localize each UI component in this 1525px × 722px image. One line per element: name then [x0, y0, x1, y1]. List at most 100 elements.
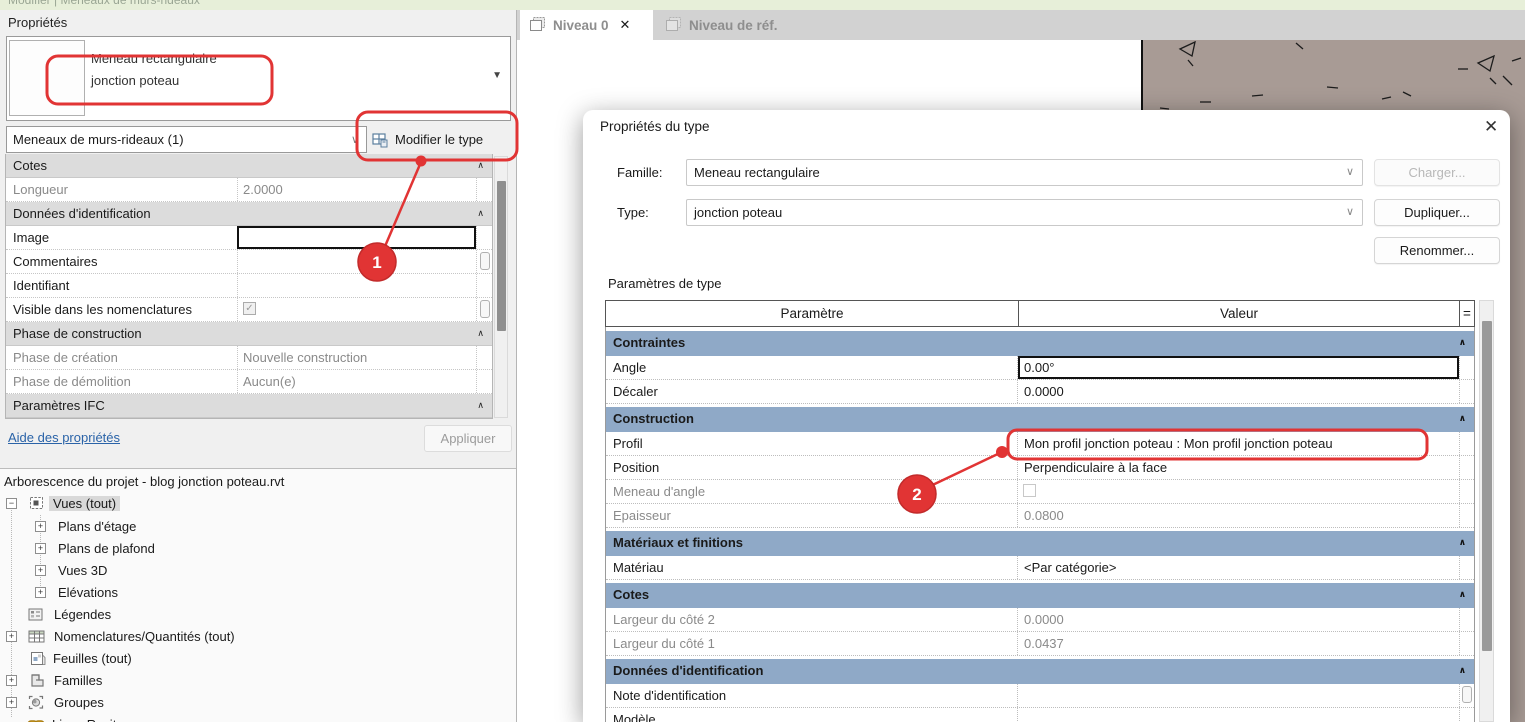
sidebar-item-nomenclatures[interactable]: + Nomenclatures/Quantités (tout): [0, 626, 516, 648]
properties-scrollbar-thumb[interactable]: [497, 181, 506, 331]
properties-help-link[interactable]: Aide des propriétés: [8, 430, 120, 445]
section-header[interactable]: Construction ∧: [606, 407, 1474, 432]
tab-niveau-de-ref[interactable]: Niveau de réf.: [656, 10, 826, 40]
tree-item-label[interactable]: Plans de plafond: [58, 541, 155, 556]
property-value[interactable]: [237, 250, 476, 273]
sidebar-item-legendes[interactable]: Légendes: [0, 604, 516, 626]
param-label: Epaisseur: [606, 504, 1018, 527]
param-label: Meneau d'angle: [606, 480, 1018, 503]
param-value[interactable]: Perpendiculaire à la face: [1018, 456, 1459, 479]
column-header-valeur[interactable]: Valeur: [1018, 301, 1459, 326]
sidebar-item-plans-etage[interactable]: + Plans d'étage: [0, 516, 516, 538]
type-selector-dropdown-icon[interactable]: ▼: [492, 70, 502, 81]
type-combo[interactable]: jonction poteau ∨: [686, 199, 1363, 226]
eq-cell: [1459, 684, 1474, 707]
collapse-icon[interactable]: ∧: [1459, 411, 1466, 432]
expand-icon[interactable]: +: [6, 697, 17, 708]
collapse-icon[interactable]: ∧: [477, 206, 484, 225]
duplicate-button[interactable]: Dupliquer...: [1374, 199, 1500, 226]
rename-button[interactable]: Renommer...: [1374, 237, 1500, 264]
tree-item-label[interactable]: Légendes: [54, 607, 111, 622]
expand-icon[interactable]: +: [6, 631, 17, 642]
tree-item-label[interactable]: Vues 3D: [58, 563, 107, 578]
collapse-icon[interactable]: ∧: [1459, 535, 1466, 556]
sidebar-item-groupes[interactable]: + Groupes: [0, 692, 516, 714]
param-value[interactable]: 0.0000: [1018, 608, 1459, 631]
property-value[interactable]: [237, 274, 476, 297]
column-header-eq[interactable]: =: [1459, 301, 1474, 326]
param-value[interactable]: 0.0800: [1018, 504, 1459, 527]
property-value[interactable]: 2.0000: [237, 178, 476, 201]
tree-item-label[interactable]: Familles: [54, 673, 102, 688]
sidebar-item-elevations[interactable]: + Elévations: [0, 582, 516, 604]
section-header[interactable]: Paramètres IFC ∧: [6, 394, 492, 418]
row-more-button[interactable]: [480, 300, 490, 318]
sidebar-item-plans-plafond[interactable]: + Plans de plafond: [0, 538, 516, 560]
sidebar-item-vues[interactable]: − Vues (tout): [0, 493, 516, 515]
row-more-button[interactable]: [1462, 686, 1472, 703]
param-value[interactable]: [1018, 708, 1459, 722]
angle-value-field[interactable]: 0.00°: [1018, 356, 1459, 379]
tab-niveau-0[interactable]: Niveau 0 ✕: [520, 10, 653, 40]
expand-icon[interactable]: +: [6, 675, 17, 686]
sidebar-item-familles[interactable]: + Familles: [0, 670, 516, 692]
param-value[interactable]: [1018, 684, 1459, 707]
sidebar-item-feuilles[interactable]: Feuilles (tout): [0, 648, 516, 670]
sidebar-item-vues-3d[interactable]: + Vues 3D: [0, 560, 516, 582]
expand-icon[interactable]: +: [35, 543, 46, 554]
row-more-button[interactable]: [480, 252, 490, 270]
section-header[interactable]: Données d'identification ∧: [606, 659, 1474, 684]
column-header-parametre[interactable]: Paramètre: [606, 301, 1018, 326]
apply-button[interactable]: Appliquer: [424, 425, 512, 452]
collapse-icon[interactable]: ∧: [477, 326, 484, 345]
tab-label[interactable]: Niveau de réf.: [689, 18, 778, 33]
section-header[interactable]: Cotes ∧: [606, 583, 1474, 608]
element-filter-combo[interactable]: Meneaux de murs-rideaux (1) ∨: [6, 126, 367, 153]
collapse-icon[interactable]: ∧: [1459, 587, 1466, 608]
property-value[interactable]: Nouvelle construction: [237, 346, 476, 369]
properties-scrollbar[interactable]: [494, 156, 508, 418]
tree-item-label[interactable]: Feuilles (tout): [53, 651, 132, 666]
visible-nomenclatures-checkbox[interactable]: ✓: [243, 302, 256, 315]
row-button-col: [476, 226, 492, 249]
tree-item-label[interactable]: Plans d'étage: [58, 519, 136, 534]
profil-value[interactable]: Mon profil jonction poteau : Mon profil …: [1018, 432, 1459, 455]
edit-type-button[interactable]: Modifier le type: [372, 124, 513, 155]
image-value-field[interactable]: [237, 226, 476, 249]
collapse-expander[interactable]: −: [6, 498, 17, 509]
sidebar-item-liens-revit[interactable]: Liens Revit: [0, 714, 516, 722]
tree-item-label[interactable]: Groupes: [54, 695, 104, 710]
tab-label[interactable]: Niveau 0: [553, 18, 609, 33]
collapse-icon[interactable]: ∧: [1459, 663, 1466, 684]
collapse-icon[interactable]: ∧: [1459, 335, 1466, 356]
table-scrollbar-thumb[interactable]: [1482, 321, 1492, 651]
type-selector[interactable]: Meneau rectangulaire jonction poteau ▼: [6, 36, 511, 121]
param-value[interactable]: 0.0000: [1018, 380, 1459, 403]
property-value[interactable]: Aucun(e): [237, 370, 476, 393]
expand-icon[interactable]: +: [35, 521, 46, 532]
meneau-angle-checkbox[interactable]: [1023, 484, 1036, 497]
collapse-icon[interactable]: ∧: [477, 398, 484, 417]
section-header[interactable]: Matériaux et finitions ∧: [606, 531, 1474, 556]
section-header[interactable]: Contraintes ∧: [606, 331, 1474, 356]
section-header[interactable]: Phase de construction ∧: [6, 322, 492, 346]
family-combo[interactable]: Meneau rectangulaire ∨: [686, 159, 1363, 186]
section-header[interactable]: Cotes ∧: [6, 154, 492, 178]
tree-item-label[interactable]: Vues (tout): [49, 496, 120, 511]
tree-item-label[interactable]: Elévations: [58, 585, 118, 600]
load-button[interactable]: Charger...: [1374, 159, 1500, 186]
close-tab-icon[interactable]: ✕: [620, 17, 631, 33]
close-icon[interactable]: ✕: [1478, 115, 1504, 139]
table-scrollbar[interactable]: [1479, 300, 1494, 722]
expand-icon[interactable]: +: [35, 565, 46, 576]
collapse-icon[interactable]: ∧: [477, 158, 484, 177]
param-label: Modèle: [606, 708, 1018, 722]
expand-icon[interactable]: +: [35, 587, 46, 598]
family-value: Meneau rectangulaire: [694, 165, 820, 180]
tree-item-label[interactable]: Nomenclatures/Quantités (tout): [54, 629, 235, 644]
tree-item-label[interactable]: Liens Revit: [52, 717, 116, 722]
property-row: Visible dans les nomenclatures ✓: [6, 298, 492, 322]
section-header[interactable]: Données d'identification ∧: [6, 202, 492, 226]
param-value[interactable]: <Par catégorie>: [1018, 556, 1459, 579]
param-value[interactable]: 0.0437: [1018, 632, 1459, 655]
